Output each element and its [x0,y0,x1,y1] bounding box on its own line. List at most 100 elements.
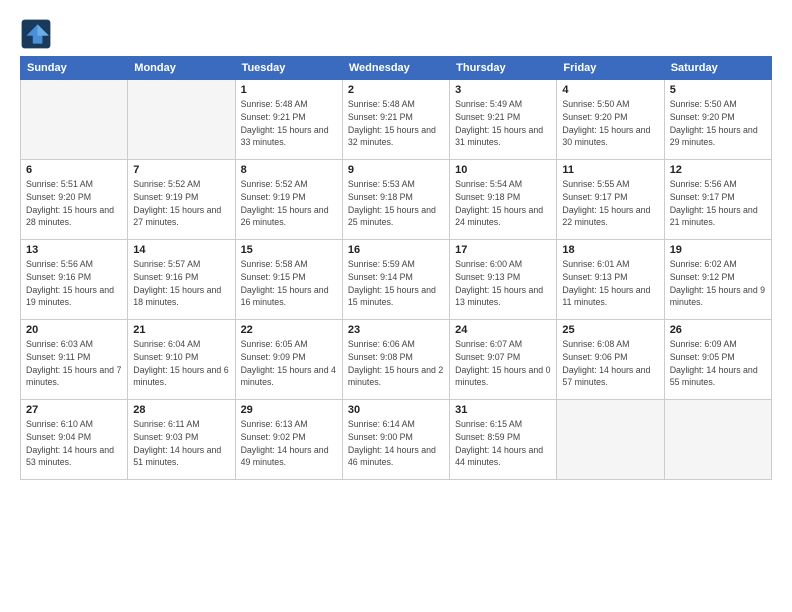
day-header-monday: Monday [128,57,235,80]
day-number: 17 [455,244,551,256]
day-detail: Sunrise: 5:50 AM Sunset: 9:20 PM Dayligh… [562,98,658,149]
day-number: 29 [241,404,337,416]
day-number: 5 [670,84,766,96]
day-detail: Sunrise: 5:55 AM Sunset: 9:17 PM Dayligh… [562,178,658,229]
day-number: 28 [133,404,229,416]
day-detail: Sunrise: 5:56 AM Sunset: 9:16 PM Dayligh… [26,258,122,309]
day-number: 19 [670,244,766,256]
day-number: 18 [562,244,658,256]
day-number: 31 [455,404,551,416]
calendar-cell: 25Sunrise: 6:08 AM Sunset: 9:06 PM Dayli… [557,320,664,400]
day-number: 10 [455,164,551,176]
day-header-saturday: Saturday [664,57,771,80]
day-detail: Sunrise: 5:56 AM Sunset: 9:17 PM Dayligh… [670,178,766,229]
logo [20,18,56,50]
header [20,18,772,50]
day-detail: Sunrise: 5:48 AM Sunset: 9:21 PM Dayligh… [348,98,444,149]
day-detail: Sunrise: 6:02 AM Sunset: 9:12 PM Dayligh… [670,258,766,309]
calendar-cell: 21Sunrise: 6:04 AM Sunset: 9:10 PM Dayli… [128,320,235,400]
day-detail: Sunrise: 5:48 AM Sunset: 9:21 PM Dayligh… [241,98,337,149]
day-number: 16 [348,244,444,256]
day-detail: Sunrise: 6:05 AM Sunset: 9:09 PM Dayligh… [241,338,337,389]
day-number: 21 [133,324,229,336]
day-detail: Sunrise: 6:09 AM Sunset: 9:05 PM Dayligh… [670,338,766,389]
calendar-cell: 9 Sunrise: 5:53 AM Sunset: 9:18 PM Daylig… [342,160,449,240]
calendar-cell: 7 Sunrise: 5:52 AM Sunset: 9:19 PM Daylig… [128,160,235,240]
day-number: 22 [241,324,337,336]
day-header-wednesday: Wednesday [342,57,449,80]
day-detail: Sunrise: 5:58 AM Sunset: 9:15 PM Dayligh… [241,258,337,309]
calendar-cell: 26 Sunrise: 6:09 AM Sunset: 9:05 PM Dayli… [664,320,771,400]
calendar-cell: 24Sunrise: 6:07 AM Sunset: 9:07 PM Dayli… [450,320,557,400]
calendar-cell: 10 Sunrise: 5:54 AM Sunset: 9:18 PM Dayli… [450,160,557,240]
calendar-cell [21,80,128,160]
day-number: 1 [241,84,337,96]
day-number: 3 [455,84,551,96]
day-detail: Sunrise: 5:59 AM Sunset: 9:14 PM Dayligh… [348,258,444,309]
calendar-cell: 20 Sunrise: 6:03 AM Sunset: 9:11 PM Dayli… [21,320,128,400]
day-detail: Sunrise: 6:11 AM Sunset: 9:03 PM Dayligh… [133,418,229,469]
day-number: 9 [348,164,444,176]
calendar-cell [557,400,664,480]
calendar-cell [664,400,771,480]
day-number: 15 [241,244,337,256]
week-row-3: 20 Sunrise: 6:03 AM Sunset: 9:11 PM Dayli… [21,320,772,400]
day-detail: Sunrise: 6:03 AM Sunset: 9:11 PM Dayligh… [26,338,122,389]
day-detail: Sunrise: 5:49 AM Sunset: 9:21 PM Dayligh… [455,98,551,149]
day-detail: Sunrise: 5:52 AM Sunset: 9:19 PM Dayligh… [241,178,337,229]
day-detail: Sunrise: 6:15 AM Sunset: 8:59 PM Dayligh… [455,418,551,469]
day-number: 30 [348,404,444,416]
calendar-cell: 12Sunrise: 5:56 AM Sunset: 9:17 PM Dayli… [664,160,771,240]
calendar-cell: 6Sunrise: 5:51 AM Sunset: 9:20 PM Daylig… [21,160,128,240]
calendar-cell: 22 Sunrise: 6:05 AM Sunset: 9:09 PM Dayli… [235,320,342,400]
day-number: 25 [562,324,658,336]
calendar-cell: 29 Sunrise: 6:13 AM Sunset: 9:02 PM Dayli… [235,400,342,480]
day-number: 20 [26,324,122,336]
calendar-cell: 4 Sunrise: 5:50 AM Sunset: 9:20 PM Daylig… [557,80,664,160]
calendar-cell: 15 Sunrise: 5:58 AM Sunset: 9:15 PM Dayli… [235,240,342,320]
day-number: 23 [348,324,444,336]
calendar-cell [128,80,235,160]
calendar-cell: 8 Sunrise: 5:52 AM Sunset: 9:19 PM Daylig… [235,160,342,240]
day-number: 27 [26,404,122,416]
day-detail: Sunrise: 6:10 AM Sunset: 9:04 PM Dayligh… [26,418,122,469]
day-number: 7 [133,164,229,176]
calendar-cell: 18 Sunrise: 6:01 AM Sunset: 9:13 PM Dayli… [557,240,664,320]
day-detail: Sunrise: 5:57 AM Sunset: 9:16 PM Dayligh… [133,258,229,309]
week-row-2: 13 Sunrise: 5:56 AM Sunset: 9:16 PM Dayli… [21,240,772,320]
calendar-cell: 23Sunrise: 6:06 AM Sunset: 9:08 PM Dayli… [342,320,449,400]
page: SundayMondayTuesdayWednesdayThursdayFrid… [0,0,792,612]
calendar-cell: 16 Sunrise: 5:59 AM Sunset: 9:14 PM Dayli… [342,240,449,320]
day-number: 14 [133,244,229,256]
day-number: 26 [670,324,766,336]
day-header-tuesday: Tuesday [235,57,342,80]
calendar-cell: 2Sunrise: 5:48 AM Sunset: 9:21 PM Daylig… [342,80,449,160]
calendar-cell: 13 Sunrise: 5:56 AM Sunset: 9:16 PM Dayli… [21,240,128,320]
day-detail: Sunrise: 6:00 AM Sunset: 9:13 PM Dayligh… [455,258,551,309]
day-number: 4 [562,84,658,96]
day-detail: Sunrise: 6:01 AM Sunset: 9:13 PM Dayligh… [562,258,658,309]
calendar-cell: 17 Sunrise: 6:00 AM Sunset: 9:13 PM Dayli… [450,240,557,320]
day-number: 24 [455,324,551,336]
day-number: 8 [241,164,337,176]
week-row-4: 27 Sunrise: 6:10 AM Sunset: 9:04 PM Dayli… [21,400,772,480]
logo-icon [20,18,52,50]
day-detail: Sunrise: 5:52 AM Sunset: 9:19 PM Dayligh… [133,178,229,229]
calendar-cell: 1 Sunrise: 5:48 AM Sunset: 9:21 PM Daylig… [235,80,342,160]
calendar-cell: 27 Sunrise: 6:10 AM Sunset: 9:04 PM Dayli… [21,400,128,480]
day-detail: Sunrise: 5:51 AM Sunset: 9:20 PM Dayligh… [26,178,122,229]
calendar-cell: 3 Sunrise: 5:49 AM Sunset: 9:21 PM Daylig… [450,80,557,160]
calendar-cell: 28 Sunrise: 6:11 AM Sunset: 9:03 PM Dayli… [128,400,235,480]
calendar-cell: 14 Sunrise: 5:57 AM Sunset: 9:16 PM Dayli… [128,240,235,320]
day-detail: Sunrise: 6:13 AM Sunset: 9:02 PM Dayligh… [241,418,337,469]
day-number: 11 [562,164,658,176]
day-header-sunday: Sunday [21,57,128,80]
calendar-table: SundayMondayTuesdayWednesdayThursdayFrid… [20,56,772,480]
calendar-header-row: SundayMondayTuesdayWednesdayThursdayFrid… [21,57,772,80]
week-row-0: 1 Sunrise: 5:48 AM Sunset: 9:21 PM Daylig… [21,80,772,160]
calendar-cell: 5Sunrise: 5:50 AM Sunset: 9:20 PM Daylig… [664,80,771,160]
day-detail: Sunrise: 5:53 AM Sunset: 9:18 PM Dayligh… [348,178,444,229]
day-number: 13 [26,244,122,256]
day-detail: Sunrise: 5:54 AM Sunset: 9:18 PM Dayligh… [455,178,551,229]
calendar-cell: 11 Sunrise: 5:55 AM Sunset: 9:17 PM Dayli… [557,160,664,240]
